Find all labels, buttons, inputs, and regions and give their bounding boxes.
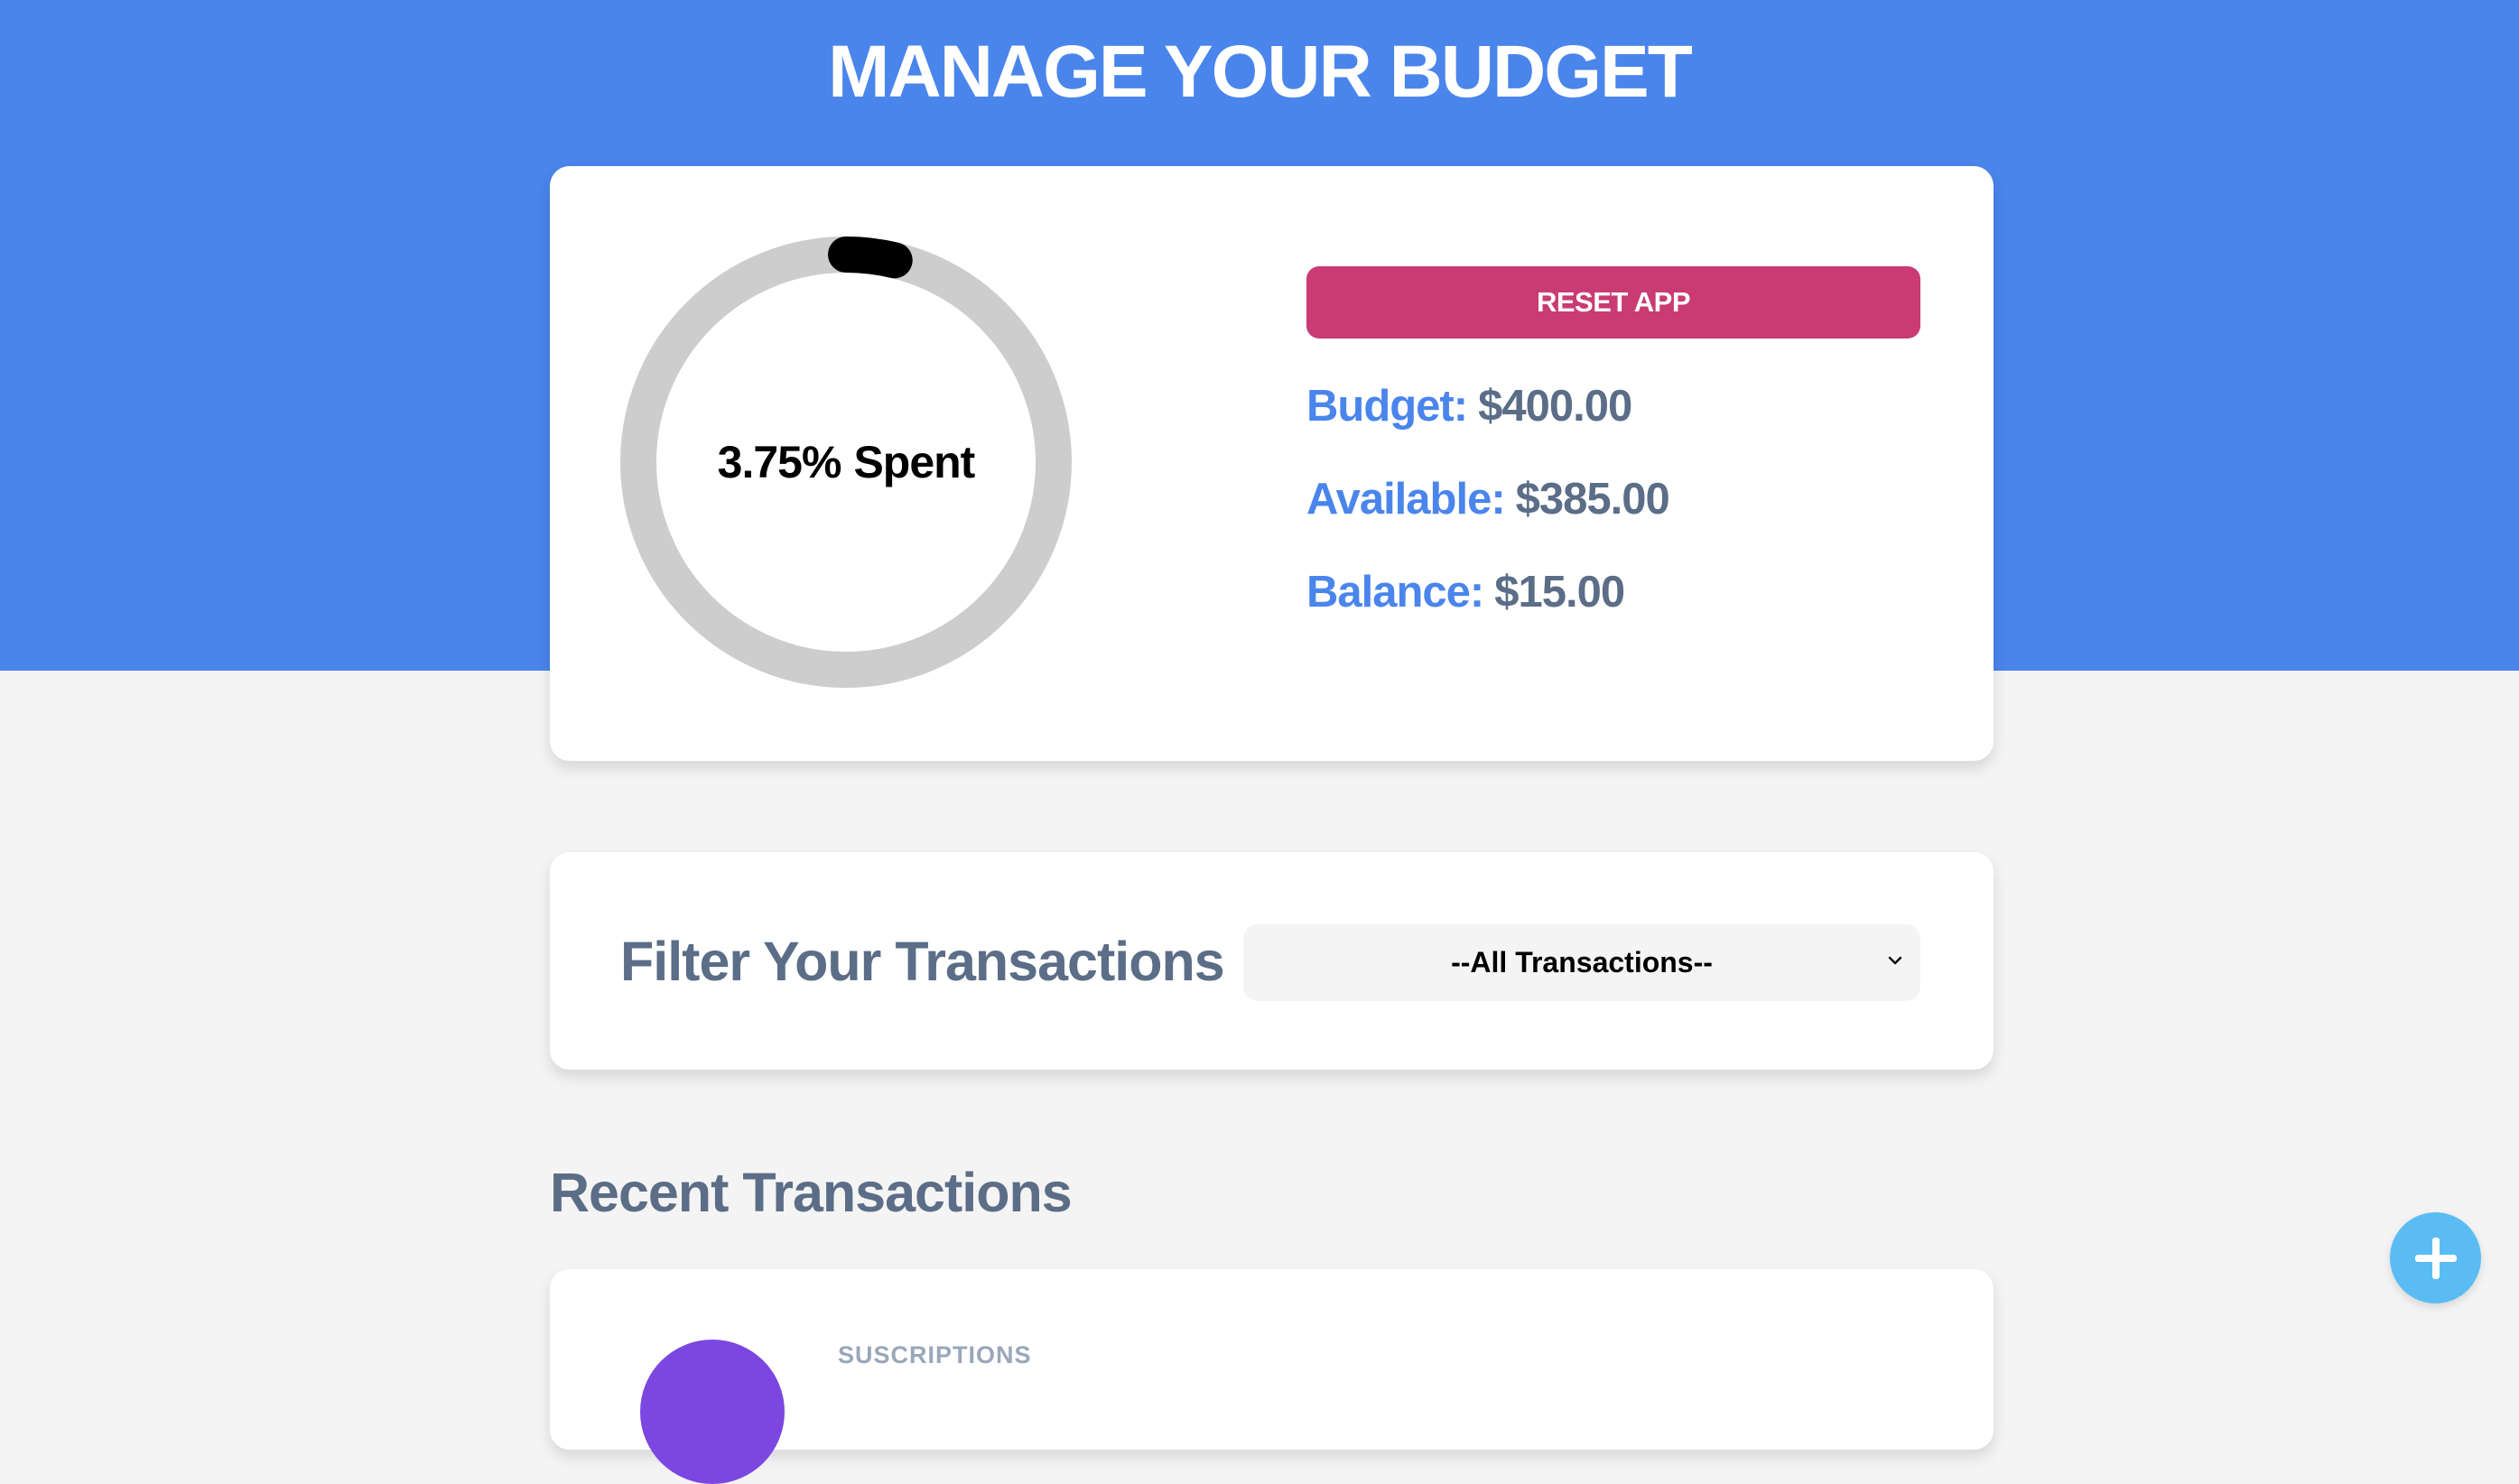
- reset-app-button[interactable]: RESET APP: [1306, 266, 1920, 339]
- recent-transactions-heading: Recent Transactions: [550, 1162, 1073, 1223]
- transaction-card[interactable]: SUSCRIPTIONS: [550, 1269, 1994, 1484]
- page-title: MANAGE YOUR BUDGET: [828, 31, 1693, 113]
- filter-heading: Filter Your Transactions: [620, 931, 1225, 992]
- balance-stat: Balance: $15.00: [1306, 565, 1625, 619]
- available-label: Available:: [1306, 475, 1506, 524]
- transaction-category: SUSCRIPTIONS: [838, 1341, 1032, 1368]
- available-stat: Available: $385.00: [1306, 472, 1670, 526]
- balance-value: $15.00: [1494, 568, 1625, 617]
- budget-value: $400.00: [1478, 382, 1632, 431]
- budget-stat: Budget: $400.00: [1306, 379, 1632, 433]
- chevron-down-icon: [1888, 956, 1902, 965]
- balance-label: Balance:: [1306, 568, 1484, 617]
- add-transaction-button[interactable]: [2390, 1212, 2481, 1303]
- spent-value: 3.75%: [717, 437, 842, 487]
- filter-card: Filter Your Transactions --All Transacti…: [550, 852, 1994, 1070]
- budget-label: Budget:: [1306, 382, 1468, 431]
- spent-label: 3.75% Spent: [620, 237, 1072, 688]
- transaction-filter-select[interactable]: --All Transactions--: [1243, 924, 1920, 1001]
- plus-icon: [2415, 1238, 2457, 1279]
- category-avatar: [640, 1340, 785, 1484]
- budget-summary-card: 3.75% Spent RESET APP Budget: $400.00 Avai…: [550, 166, 1994, 761]
- available-value: $385.00: [1515, 475, 1670, 524]
- spent-suffix: Spent: [853, 437, 975, 487]
- filter-selected-value: --All Transactions--: [1451, 946, 1713, 979]
